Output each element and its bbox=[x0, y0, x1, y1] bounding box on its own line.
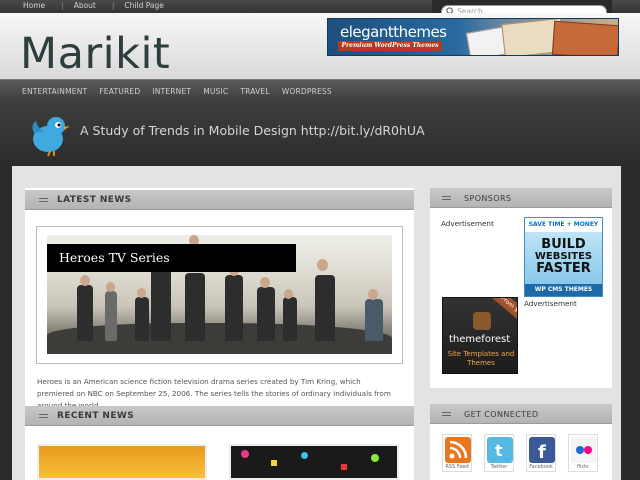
person bbox=[105, 291, 117, 341]
latest-news-header: LATEST NEWS bbox=[25, 190, 414, 210]
ad-line: FASTER bbox=[536, 261, 591, 276]
person-head bbox=[260, 277, 270, 288]
ad-headline: BUILD WEBSITES FASTER bbox=[525, 232, 602, 284]
svg-text:t: t bbox=[495, 441, 503, 460]
facebook-link[interactable]: f Facebook bbox=[526, 434, 556, 472]
get-connected-title: GET CONNECTED bbox=[464, 410, 539, 419]
confetti bbox=[271, 460, 277, 466]
svg-text:f: f bbox=[538, 442, 546, 463]
themeforest-logo-icon bbox=[473, 312, 491, 330]
advertisement-label: Advertisement bbox=[524, 299, 577, 308]
ad-description: Site Templates and Themes bbox=[447, 350, 515, 367]
person-head bbox=[317, 259, 328, 271]
person bbox=[225, 275, 243, 341]
featured-title-overlay[interactable]: Heroes TV Series bbox=[47, 244, 296, 272]
nav-item-music[interactable]: MUSIC bbox=[203, 87, 228, 96]
sponsors-title: SPONSORS bbox=[464, 194, 512, 203]
confetti bbox=[371, 454, 379, 462]
nav-item-entertainment[interactable]: ENTERTAINMENT bbox=[22, 87, 87, 96]
social-label: Twitter bbox=[490, 464, 508, 470]
person bbox=[135, 297, 149, 341]
rss-icon bbox=[445, 437, 471, 463]
featured-title[interactable]: Heroes TV Series bbox=[59, 250, 170, 265]
latest-tweet[interactable]: A Study of Trends in Mobile Design http:… bbox=[80, 123, 425, 138]
top-links: Home | About | Child Page bbox=[23, 1, 180, 10]
person bbox=[257, 287, 275, 341]
social-label: RSS Feed bbox=[445, 464, 469, 470]
person-head bbox=[368, 289, 378, 300]
recent-news-header: RECENT NEWS bbox=[25, 406, 414, 426]
recent-news-title: RECENT NEWS bbox=[57, 411, 135, 421]
top-link-about[interactable]: About bbox=[74, 1, 96, 10]
section-header-icon bbox=[442, 412, 451, 416]
person-head bbox=[106, 282, 115, 292]
ad-brand: themeforest bbox=[449, 334, 511, 345]
banner-tagline: Premium WordPress Themes bbox=[338, 41, 442, 51]
nav-item-featured[interactable]: FEATURED bbox=[99, 87, 140, 96]
twitter-link[interactable]: t Twitter bbox=[484, 434, 514, 472]
banner-brand: elegantthemes bbox=[340, 23, 447, 41]
person bbox=[151, 263, 171, 341]
ad-line: BUILD bbox=[541, 237, 586, 252]
sponsor-ad-themeforest[interactable]: From $5 themeforest Site Templates and T… bbox=[442, 297, 518, 374]
person bbox=[315, 275, 335, 341]
sponsors-header: SPONSORS bbox=[430, 188, 612, 208]
person-head bbox=[80, 275, 90, 286]
person-head bbox=[137, 288, 146, 298]
latest-news-title: LATEST NEWS bbox=[57, 195, 132, 205]
social-label: Facebook bbox=[529, 464, 553, 470]
section-header-icon bbox=[39, 414, 48, 418]
ad-price-badge: From $5 bbox=[491, 298, 517, 324]
advertisement-label: Advertisement bbox=[441, 219, 494, 228]
person bbox=[365, 299, 383, 341]
confetti bbox=[241, 450, 249, 458]
banner-screenshot bbox=[551, 20, 618, 55]
social-label: flickr bbox=[576, 464, 590, 470]
category-nav: ENTERTAINMENT FEATURED INTERNET MUSIC TR… bbox=[0, 79, 640, 102]
separator: | bbox=[111, 1, 115, 10]
person bbox=[77, 285, 93, 341]
header-banner-ad[interactable]: elegantthemes Premium WordPress Themes bbox=[327, 18, 619, 56]
flickr-link[interactable]: flickr bbox=[568, 434, 598, 472]
recent-news-thumbnail[interactable] bbox=[37, 444, 207, 480]
confetti bbox=[341, 464, 347, 470]
site-logo[interactable]: Marikit bbox=[20, 29, 170, 79]
person bbox=[283, 297, 297, 341]
twitter-bird-icon bbox=[32, 117, 70, 157]
person-head bbox=[284, 289, 293, 299]
top-link-child-page[interactable]: Child Page bbox=[124, 1, 163, 10]
recent-news-thumbnail[interactable] bbox=[229, 444, 399, 480]
nav-item-wordpress[interactable]: WORDPRESS bbox=[282, 87, 332, 96]
rocks bbox=[47, 323, 392, 354]
section-header-icon bbox=[442, 196, 451, 200]
facebook-icon: f bbox=[529, 437, 555, 463]
twitter-icon: t bbox=[487, 437, 513, 463]
confetti bbox=[301, 452, 308, 459]
sponsor-ad-wpcms[interactable]: SAVE TIME + MONEY BUILD WEBSITES FASTER … bbox=[524, 217, 603, 297]
section-header-icon bbox=[39, 198, 48, 202]
flickr-icon bbox=[571, 437, 597, 463]
ad-bottom-text: WP CMS THEMES bbox=[525, 284, 602, 296]
top-link-home[interactable]: Home bbox=[23, 1, 45, 10]
get-connected-header: GET CONNECTED bbox=[430, 404, 612, 424]
rss-link[interactable]: RSS Feed bbox=[442, 434, 472, 472]
nav-item-internet[interactable]: INTERNET bbox=[152, 87, 191, 96]
separator: | bbox=[61, 1, 64, 10]
person bbox=[185, 273, 205, 341]
nav-item-travel[interactable]: TRAVEL bbox=[240, 87, 269, 96]
ad-top-text: SAVE TIME + MONEY bbox=[525, 218, 602, 232]
